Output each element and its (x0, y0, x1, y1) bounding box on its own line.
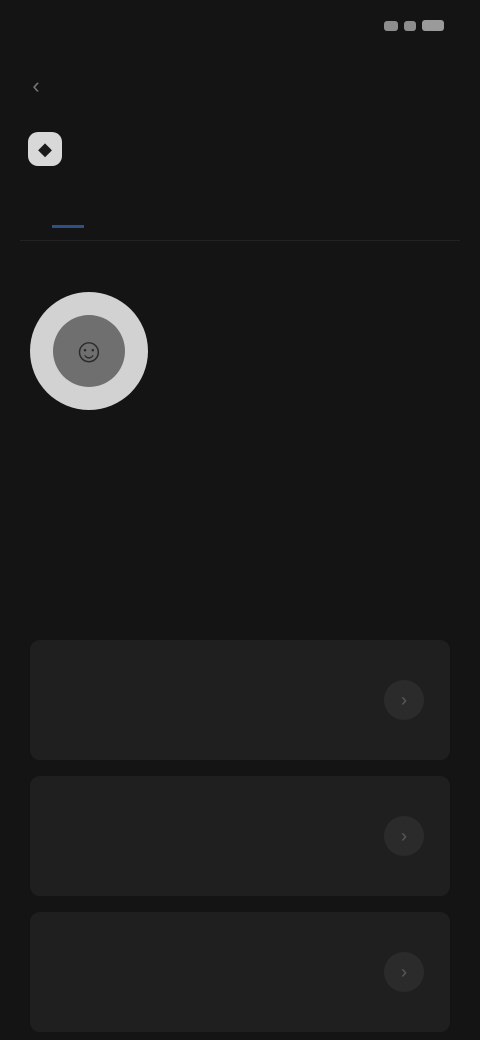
wifi-icon (404, 20, 416, 31)
back-button[interactable]: ‹ (22, 72, 50, 100)
brand-logo: ◆ (28, 132, 62, 166)
card-action-button[interactable]: › (384, 952, 424, 992)
brand-header: ◆ (28, 132, 74, 166)
tab-3[interactable] (92, 200, 124, 228)
tab-1[interactable] (20, 200, 52, 228)
user-icon: ☺ (71, 331, 107, 370)
tab-2[interactable] (52, 200, 84, 228)
signal-icon (384, 20, 398, 31)
battery-icon (422, 20, 444, 31)
logo-icon: ◆ (38, 138, 52, 159)
avatar-image: ☺ (53, 315, 125, 387)
settings-card[interactable]: › (30, 640, 450, 760)
status-bar (0, 0, 480, 60)
card-action-button[interactable]: › (384, 816, 424, 856)
chevron-icon: › (401, 825, 407, 846)
chevron-icon: › (401, 961, 407, 982)
status-icons (384, 20, 444, 31)
tab-bar (20, 188, 460, 241)
chevron-icon: › (401, 689, 407, 710)
settings-card[interactable]: › (30, 776, 450, 896)
back-icon: ‹ (32, 73, 40, 98)
settings-card[interactable]: › (30, 912, 450, 1032)
avatar[interactable]: ☺ (30, 292, 148, 410)
card-action-button[interactable]: › (384, 680, 424, 720)
